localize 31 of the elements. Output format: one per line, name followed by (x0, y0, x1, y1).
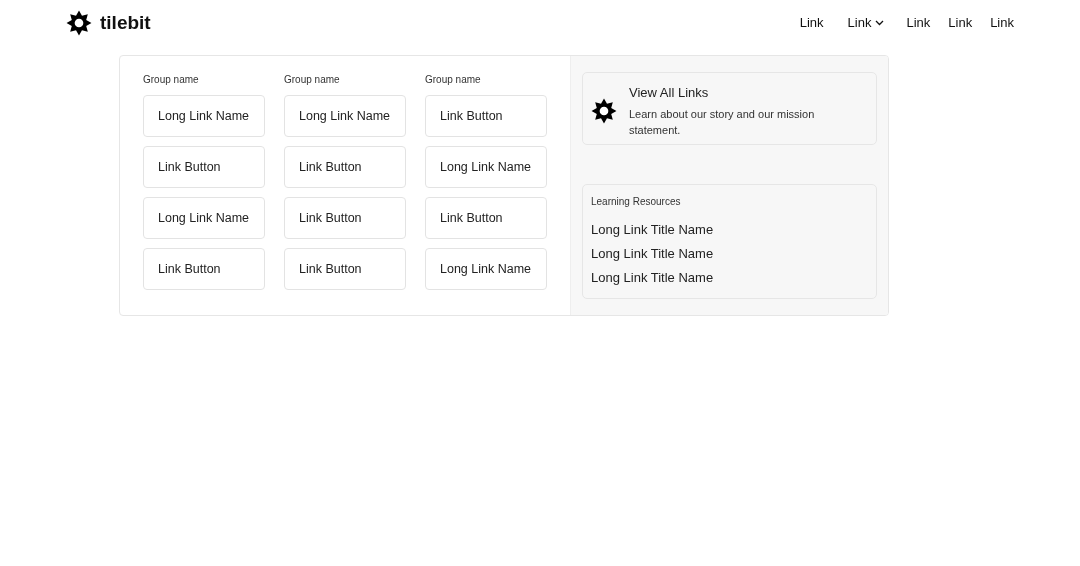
link-button[interactable]: Link Button (143, 248, 265, 290)
nav-link[interactable]: Link (948, 13, 973, 33)
link-button[interactable]: Link Button (425, 95, 547, 137)
view-all-card[interactable]: View All Links Learn about our story and our mission statement. (582, 72, 877, 145)
section-title: Learning Resources (591, 195, 682, 209)
link-button[interactable]: Link Button (284, 146, 406, 188)
nav-dropdown[interactable]: Link (847, 13, 885, 33)
link-button[interactable]: Long Link Name (284, 95, 406, 137)
chevron-down-icon (875, 20, 885, 26)
link-button[interactable]: Long Link Name (143, 197, 265, 239)
link-button[interactable]: Long Link Name (143, 95, 265, 137)
nav-link[interactable]: Link (906, 13, 931, 33)
star-logo-icon (66, 10, 92, 36)
group-title: Group name (143, 73, 200, 84)
link-button[interactable]: Long Link Name (425, 146, 547, 188)
brand-logo[interactable]: tilebit (66, 8, 151, 38)
resource-link[interactable]: Long Link Title Name (591, 242, 868, 266)
nav-link[interactable]: Link (990, 13, 1014, 33)
star-logo-icon (591, 98, 617, 124)
link-button[interactable]: Link Button (284, 248, 406, 290)
link-button[interactable]: Link Button (284, 197, 406, 239)
link-button[interactable]: Link Button (425, 197, 547, 239)
group-title: Group name (284, 73, 341, 84)
link-button[interactable]: Long Link Name (425, 248, 547, 290)
card-title: View All Links (629, 84, 710, 102)
group-title: Group name (425, 73, 482, 84)
nav-link[interactable]: Link (799, 13, 824, 33)
card-description: Learn about our story and our mission statement. (629, 106, 816, 138)
resource-link[interactable]: Long Link Title Name (591, 266, 868, 290)
link-button[interactable]: Link Button (143, 146, 265, 188)
resource-link[interactable]: Long Link Title Name (591, 218, 868, 242)
